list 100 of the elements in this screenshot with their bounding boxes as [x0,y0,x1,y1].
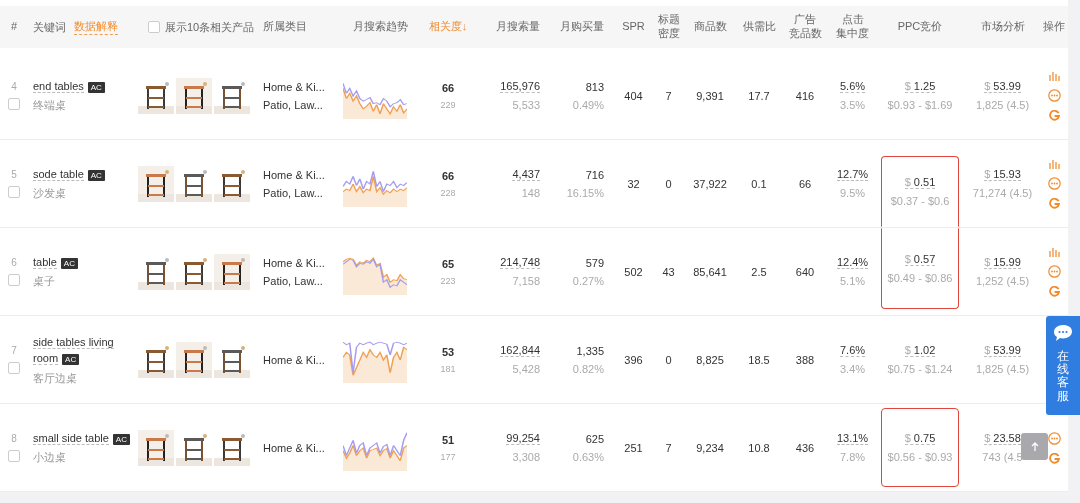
click-share-sub: 3.4% [839,363,866,375]
ppc-bid: $ 0.57 [904,253,936,266]
ad-product-count: 436 [794,441,816,454]
ppc-bid: $ 1.02 [904,344,936,357]
relevance-count: 223 [440,275,456,286]
ppc-bid: $ 1.25 [904,80,936,93]
more-icon[interactable] [1047,176,1061,190]
keyword[interactable]: small side table AC [33,429,138,447]
column-header: 点击 [841,13,864,27]
keyword-translation: 客厅边桌 [33,370,78,386]
more-icon[interactable] [1047,431,1061,445]
title-density-value: 7 [664,89,673,102]
search-volume-sub: 148 [521,187,540,199]
keyword-translation: 终端桌 [33,98,67,114]
column-header: 市场分析 [980,20,1025,34]
title-density-value: 0 [664,353,673,366]
row-checkbox[interactable] [8,362,20,374]
column-header: 操作 [1043,20,1065,34]
keyword[interactable]: sode table AC [33,165,138,183]
spr-value: 502 [623,265,644,278]
keyword-translation: 沙发桌 [33,186,67,202]
google-icon[interactable] [1048,452,1060,464]
keyword-translation: 桌子 [33,274,56,290]
back-to-top-button[interactable] [1021,433,1048,460]
supply-ratio: 17.7 [747,89,771,102]
purchase-volume: 579 [585,256,604,269]
purchase-rate: 0.27% [572,274,604,287]
search-volume-sub: 7,158 [512,275,540,287]
ppc-bid: $ 0.51 [904,176,936,189]
market-price: $ 15.93 [984,168,1021,181]
category-text: Home & Ki... [263,353,326,366]
supply-ratio: 2.5 [750,265,768,278]
more-icon[interactable] [1047,264,1061,278]
column-header: PPC竞价 [897,20,943,34]
column-header: 密度 [657,27,680,41]
category-text: Patio, Law... [263,98,324,111]
category-text: Patio, Law... [263,186,324,199]
more-icon[interactable] [1047,88,1061,102]
title-density-value: 7 [664,441,673,454]
product-count: 9,391 [695,89,725,102]
category-text: Home & Ki... [263,256,326,269]
click-share-sub: 5.1% [839,275,866,287]
row-checkbox[interactable] [8,274,20,286]
click-share-sub: 7.8% [839,451,866,463]
column-header: # [10,20,18,34]
ppc-range: $0.75 - $1.24 [887,363,953,375]
market-price: $ 15.99 [984,256,1021,269]
search-volume-sub: 5,533 [512,99,540,111]
relevance-value: 51 [441,433,455,446]
chat-widget[interactable]: 在线客服 [1046,316,1080,415]
supply-ratio: 18.5 [747,353,771,366]
supply-ratio: 0.1 [750,177,768,190]
ppc-range: $0.37 - $0.6 [890,195,950,207]
column-header: 月购买量 [560,20,605,34]
column-header: 关键词 [33,19,66,35]
bar-chart-icon[interactable] [1048,70,1060,81]
purchase-rate: 0.82% [572,362,604,375]
google-icon[interactable] [1048,109,1060,121]
checkbox[interactable] [148,21,160,33]
category-text: Home & Ki... [263,168,326,181]
column-header: 月搜索量 [496,20,541,34]
product-count: 9,234 [695,441,725,454]
market-price: $ 53.99 [984,344,1021,357]
row-checkbox[interactable] [8,186,20,198]
product-count: 37,922 [692,177,728,190]
ppc-bid: $ 0.75 [904,432,936,445]
keyword[interactable]: end tables AC [33,77,138,95]
row-checkbox[interactable] [8,450,20,462]
google-icon[interactable] [1048,197,1060,209]
search-volume: 99,254 [506,432,540,445]
purchase-volume: 813 [585,80,604,93]
purchase-volume: 1,335 [576,344,604,357]
row-number: 7 [11,345,17,356]
bar-chart-icon[interactable] [1048,158,1060,169]
checkbox-label: 展示10条相关产品 [165,19,255,35]
title-density-value: 43 [661,265,676,278]
supply-ratio: 10.8 [747,441,771,454]
relevance-count: 228 [440,187,456,198]
chat-icon [1053,324,1073,342]
market-reviews: 1,252 (4.5) [975,275,1030,287]
search-volume: 214,748 [500,256,540,269]
ad-product-count: 66 [797,177,813,190]
row-checkbox[interactable] [8,98,20,110]
ad-product-count: 416 [794,89,816,102]
category-text: Home & Ki... [263,441,326,454]
keyword[interactable]: table AC [33,253,138,271]
relevance-count: 181 [440,363,456,374]
market-price: $ 53.99 [984,80,1021,93]
keyword[interactable]: side tables living room AC [33,333,138,367]
purchase-rate: 0.49% [572,98,604,111]
bar-chart-icon[interactable] [1048,246,1060,257]
click-share: 5.6% [839,80,866,93]
column-header: 标题 [657,13,680,27]
search-volume-sub: 3,308 [512,451,540,463]
row-number: 8 [11,433,17,444]
google-icon[interactable] [1048,285,1060,297]
market-reviews: 1,825 (4.5) [975,363,1030,375]
relevance-value: 65 [441,257,455,270]
purchase-volume: 716 [585,168,604,181]
column-header: 商品数 [693,20,727,34]
